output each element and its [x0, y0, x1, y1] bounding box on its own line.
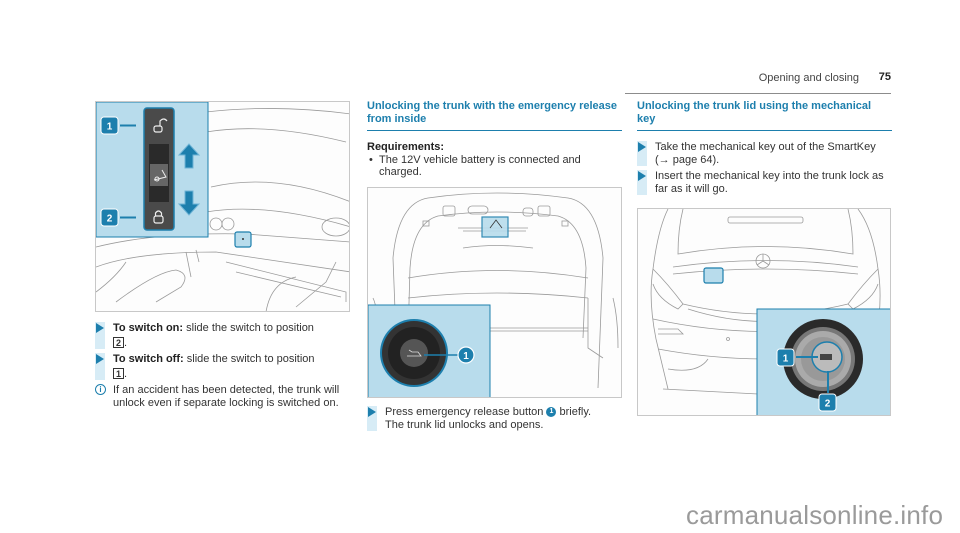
requirement-item: The 12V vehicle battery is connected and… — [367, 154, 622, 179]
col-emergency-release: Unlocking the trunk with the emergency r… — [367, 100, 622, 179]
watermark: carmanualsonline.info — [686, 500, 944, 530]
position-box: 2 — [113, 336, 124, 348]
svg-text:2: 2 — [107, 214, 113, 225]
section-heading: Unlocking the trunk lid using the mechan… — [637, 100, 892, 131]
callout-badge: 1 — [546, 407, 557, 418]
col-mechanical-key: Unlocking the trunk lid using the mechan… — [637, 100, 892, 131]
step-arrow-icon — [638, 142, 646, 152]
figure-emergency-release: 1 — [367, 187, 622, 398]
step-arrow-icon — [96, 354, 104, 364]
svg-text:2: 2 — [825, 399, 831, 410]
step-switch-on: To switch on: slide the switch to positi… — [95, 322, 350, 349]
section-heading: Unlocking the trunk with the emergency r… — [367, 100, 622, 131]
page-header: Opening and closing 75 — [625, 66, 891, 94]
requirements-title: Requirements: — [367, 141, 445, 153]
svg-text:1: 1 — [463, 351, 469, 362]
step-arrow-icon — [368, 407, 376, 417]
step-arrow-icon — [638, 171, 646, 181]
step-press-release: Press emergency release button 1 briefly… — [367, 406, 622, 431]
info-note: i If an accident has been detected, the … — [95, 384, 350, 409]
position-box: 1 — [113, 367, 124, 379]
col1-steps: To switch on: slide the switch to positi… — [95, 322, 350, 409]
callout-1: 1 — [457, 346, 475, 364]
figure-trunk-switch: 1 2 — [95, 101, 350, 312]
step-switch-off: To switch off: slide the switch to posit… — [95, 353, 350, 380]
step-take-key: Take the mechanical key out of the Smart… — [637, 141, 892, 166]
step-arrow-icon — [96, 323, 104, 333]
step-insert-key: Insert the mechanical key into the trunk… — [637, 170, 892, 195]
svg-text:1: 1 — [783, 354, 789, 365]
col3-steps: Take the mechanical key out of the Smart… — [637, 141, 892, 199]
section-title: Opening and closing — [758, 72, 859, 84]
page-number: 75 — [878, 71, 891, 83]
col2-steps: Press emergency release button 1 briefly… — [367, 406, 622, 435]
release-location-highlight — [481, 216, 509, 238]
lock-location-highlight — [703, 267, 724, 284]
keyhole — [820, 354, 832, 360]
info-icon: i — [95, 384, 106, 395]
svg-text:1: 1 — [107, 122, 113, 133]
figure-trunk-lock: 1 2 — [637, 208, 891, 416]
